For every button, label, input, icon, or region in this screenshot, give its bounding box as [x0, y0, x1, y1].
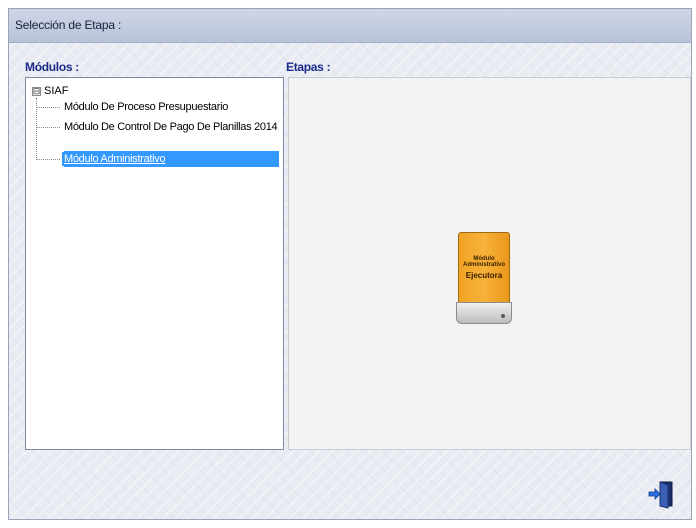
stage-card-base: [456, 302, 512, 324]
tree-item-proceso-presupuestario[interactable]: Módulo De Proceso Presupuestario: [36, 99, 230, 115]
title-bar: Selección de Etapa :: [9, 9, 691, 43]
stages-panel: Módulo Administrativo Ejecutora: [288, 77, 691, 450]
tree-branch-line: [36, 126, 60, 128]
tree-root-siaf[interactable]: ⊟ SIAF: [32, 84, 68, 98]
stage-led-icon: [501, 314, 505, 318]
stage-line-3: Ejecutora: [465, 270, 503, 280]
stages-label: Etapas :: [286, 60, 331, 74]
tree-branch-line: [36, 158, 60, 160]
tree-item-control-pago-planillas[interactable]: Módulo De Control De Pago De Planillas 2…: [36, 119, 279, 135]
stage-ejecutora-button[interactable]: Módulo Administrativo Ejecutora: [456, 232, 512, 325]
exit-button[interactable]: [647, 479, 675, 509]
tree-item-label: Módulo Administrativo: [62, 152, 168, 166]
tree-item-administrativo[interactable]: Módulo Administrativo: [36, 151, 168, 167]
window-title: Selección de Etapa :: [15, 18, 122, 32]
tree-root-label: SIAF: [44, 85, 69, 97]
tree-item-label: Módulo De Control De Pago De Planillas 2…: [64, 121, 278, 133]
collapse-expander-icon[interactable]: ⊟: [32, 86, 41, 96]
stage-card-face: Módulo Administrativo Ejecutora: [458, 232, 510, 304]
tree-item-label: Módulo De Proceso Presupuestario: [64, 101, 229, 113]
stage-selection-window: Selección de Etapa : Módulos : Etapas : …: [8, 8, 692, 520]
tree-branch-line: [36, 106, 60, 108]
exit-door-icon: [648, 481, 673, 509]
modules-label: Módulos :: [25, 60, 79, 74]
modules-tree[interactable]: ⊟ SIAF Módulo De Proceso Presupuestario …: [25, 77, 284, 450]
stage-line-2: Administrativo: [462, 262, 505, 269]
